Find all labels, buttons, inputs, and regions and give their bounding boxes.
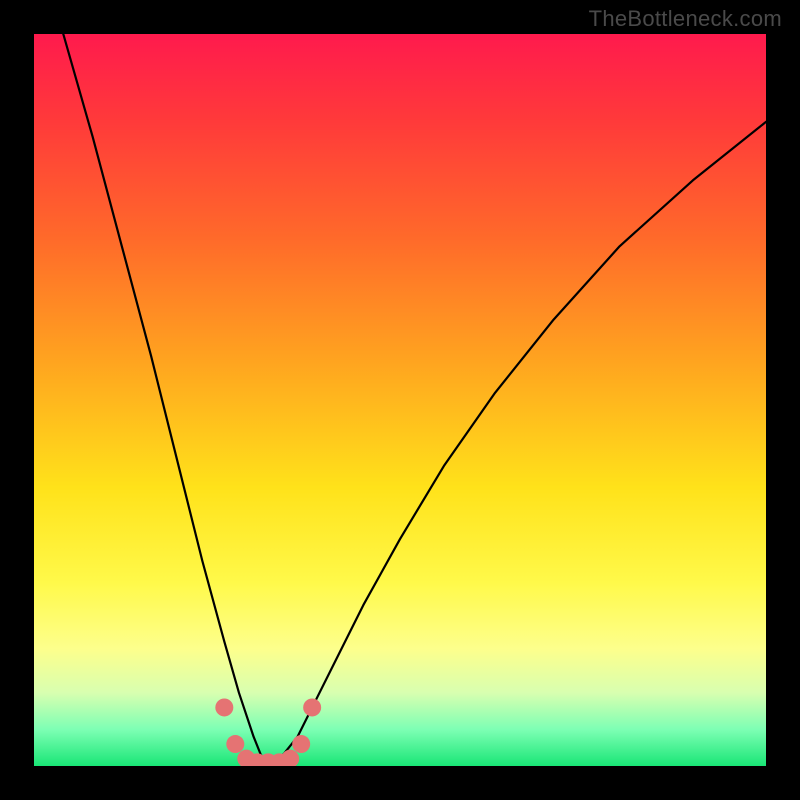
plot-svg	[34, 34, 766, 766]
trough-marker	[292, 735, 310, 753]
trough-marker	[215, 698, 233, 716]
trough-marker	[226, 735, 244, 753]
trough-marker	[303, 698, 321, 716]
curve-line	[63, 34, 766, 762]
watermark-text: TheBottleneck.com	[589, 6, 782, 32]
plot-area	[34, 34, 766, 766]
chart-frame: TheBottleneck.com	[0, 0, 800, 800]
